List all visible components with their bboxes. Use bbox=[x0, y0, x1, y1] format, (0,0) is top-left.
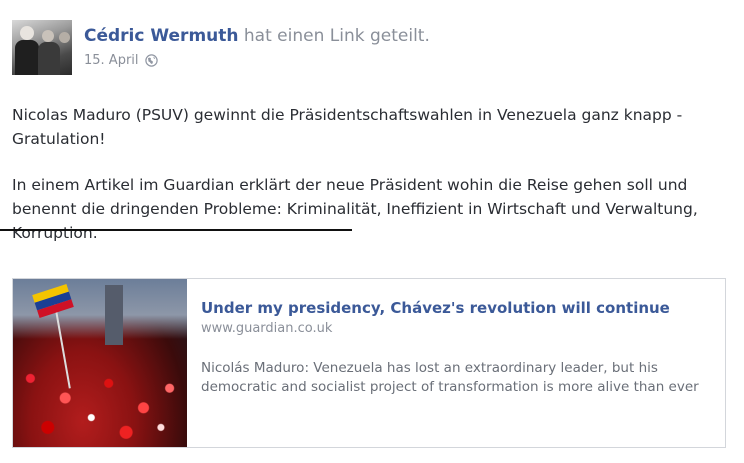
shared-link-card[interactable]: Under my presidency, Chávez's revolution… bbox=[12, 278, 726, 448]
facebook-post: Cédric Wermuth hat einen Link geteilt. 1… bbox=[0, 0, 744, 463]
avatar-person-head bbox=[20, 26, 34, 40]
avatar-person-body bbox=[15, 40, 39, 75]
post-date-link[interactable]: 15. April bbox=[84, 53, 139, 68]
strikethrough-line bbox=[0, 229, 352, 231]
avatar-person-head bbox=[59, 32, 70, 43]
status-paragraph: Nicolas Maduro (PSUV) gewinnt die Präsid… bbox=[12, 106, 683, 148]
post-status-text: Nicolas Maduro (PSUV) gewinnt die Präsid… bbox=[12, 103, 737, 267]
status-text: In einem Artikel im Guardian erklärt der… bbox=[12, 176, 658, 194]
status-paragraph: In einem Artikel im Guardian erklärt der… bbox=[12, 173, 737, 245]
link-domain: www.guardian.co.uk bbox=[201, 321, 333, 336]
avatar-person-head bbox=[42, 30, 54, 42]
link-description: Nicolás Maduro: Venezuela has lost an ex… bbox=[201, 360, 699, 395]
link-title[interactable]: Under my presidency, Chávez's revolution… bbox=[201, 299, 670, 317]
post-meta: 15. April bbox=[84, 53, 158, 68]
globe-icon[interactable] bbox=[144, 54, 158, 67]
thumbnail-crowd bbox=[13, 349, 187, 447]
link-thumbnail-image[interactable] bbox=[13, 279, 187, 447]
post-header: Cédric Wermuth hat einen Link geteilt. bbox=[84, 26, 430, 46]
author-name-link[interactable]: Cédric Wermuth bbox=[84, 26, 239, 46]
thumbnail-building bbox=[105, 285, 123, 345]
avatar[interactable] bbox=[12, 20, 72, 75]
post-action-text: hat einen Link geteilt. bbox=[243, 26, 430, 46]
avatar-person-body bbox=[38, 42, 60, 75]
